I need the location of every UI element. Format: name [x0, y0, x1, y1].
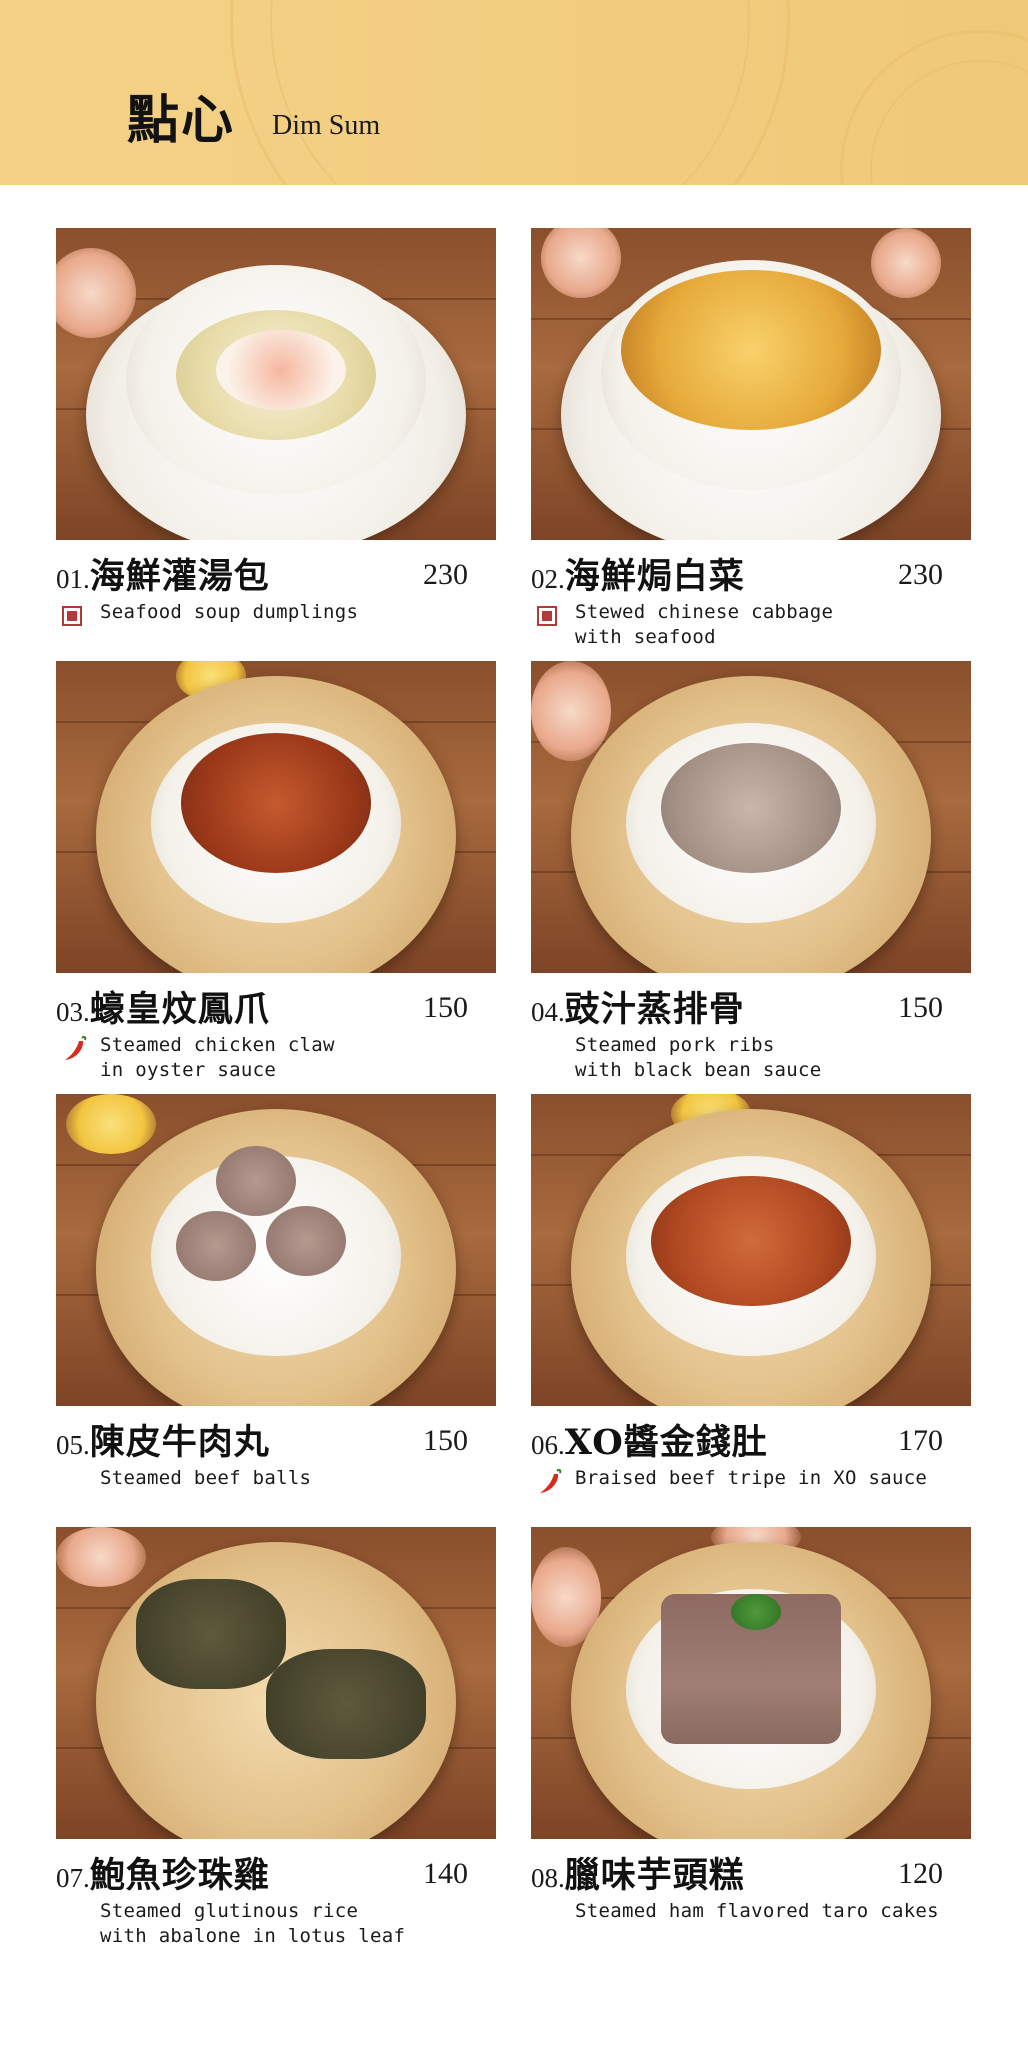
- dish-photo: [56, 228, 496, 540]
- item-description-line: Steamed beef balls: [100, 1467, 312, 1489]
- item-number: 05.: [56, 1430, 90, 1460]
- item-description: Braised beef tripe in XO sauce: [575, 1466, 975, 1491]
- item-description-line: Braised beef tripe in XO sauce: [575, 1467, 928, 1489]
- item-price: 150: [423, 1424, 468, 1457]
- item-name-zh: 蠔皇炆鳳爪: [89, 989, 270, 1030]
- dish-photo: [531, 228, 971, 540]
- item-description-line: Steamed pork ribs: [575, 1034, 775, 1056]
- item-title: 03. 蠔皇炆鳳爪: [56, 981, 270, 1032]
- item-number: 04.: [531, 997, 565, 1027]
- menu-item-card[interactable]: 08. 臘味芋頭糕 120 Steamed ham flavored taro …: [531, 1527, 971, 1947]
- item-price: 230: [898, 558, 943, 591]
- menu-item-card[interactable]: 01. 海鮮灌湯包 230 Seafood soup dumplings: [56, 228, 496, 648]
- item-name-zh: 鮑魚珍珠雞: [89, 1855, 270, 1896]
- seafood-icon: [62, 606, 82, 626]
- item-description: Steamed beef balls: [100, 1466, 500, 1491]
- item-number: 03.: [56, 997, 90, 1027]
- item-description-line: with abalone in lotus leaf: [100, 1925, 406, 1947]
- dish-photo: [531, 661, 971, 973]
- menu-item-card[interactable]: 05. 陳皮牛肉丸 150 Steamed beef balls: [56, 1094, 496, 1514]
- item-title: 05. 陳皮牛肉丸: [56, 1414, 270, 1465]
- item-description-line: Steamed ham flavored taro cakes: [575, 1900, 939, 1922]
- item-name-zh: 海鮮焗白菜: [564, 556, 745, 597]
- seafood-icon: [537, 606, 557, 626]
- item-description: Seafood soup dumplings: [100, 600, 500, 625]
- page-subtitle: Dim Sum: [272, 110, 381, 141]
- dish-photo: [531, 1527, 971, 1839]
- item-description: Steamed chicken claw in oyster sauce: [100, 1033, 500, 1083]
- item-number: 08.: [531, 1863, 565, 1893]
- item-description-line: Stewed chinese cabbage: [575, 601, 834, 623]
- item-number: 07.: [56, 1863, 90, 1893]
- item-title: 07. 鮑魚珍珠雞: [56, 1847, 270, 1898]
- menu-item-card[interactable]: 03. 蠔皇炆鳳爪 150 Steamed chicken claw in oy…: [56, 661, 496, 1081]
- menu-item-card[interactable]: 06. XO醬金錢肚 170 Braised beef tripe in XO …: [531, 1094, 971, 1514]
- item-title: 06. XO醬金錢肚: [531, 1414, 768, 1465]
- item-title: 02. 海鮮焗白菜: [531, 548, 745, 599]
- item-name-zh: 豉汁蒸排骨: [564, 989, 745, 1030]
- item-number: 06.: [531, 1430, 565, 1460]
- item-description-line: with black bean sauce: [575, 1059, 822, 1081]
- item-description-line: Steamed glutinous rice: [100, 1900, 359, 1922]
- dish-photo: [56, 1094, 496, 1406]
- menu-item-card[interactable]: 02. 海鮮焗白菜 230 Stewed chinese cabbage wit…: [531, 228, 971, 648]
- item-description-line: Steamed chicken claw: [100, 1034, 335, 1056]
- item-price: 120: [898, 1857, 943, 1890]
- item-description-line: in oyster sauce: [100, 1059, 277, 1081]
- item-price: 170: [898, 1424, 943, 1457]
- item-name-zh: 海鮮灌湯包: [89, 556, 270, 597]
- decorative-medallion: [270, 0, 750, 185]
- item-name-zh: 臘味芋頭糕: [564, 1855, 745, 1896]
- chili-icon: [65, 1035, 87, 1060]
- item-description: Steamed pork ribs with black bean sauce: [575, 1033, 975, 1083]
- item-title: 04. 豉汁蒸排骨: [531, 981, 745, 1032]
- dish-photo: [531, 1094, 971, 1406]
- chili-icon: [540, 1468, 562, 1493]
- item-number: 02.: [531, 564, 565, 594]
- item-number: 01.: [56, 564, 90, 594]
- item-price: 150: [423, 991, 468, 1024]
- menu-header: 點心 Dim Sum: [0, 0, 1028, 185]
- item-name-zh: XO醬金錢肚: [564, 1422, 768, 1463]
- item-name-zh: 陳皮牛肉丸: [89, 1422, 270, 1463]
- dish-photo: [56, 1527, 496, 1839]
- menu-item-card[interactable]: 07. 鮑魚珍珠雞 140 Steamed glutinous rice wit…: [56, 1527, 496, 1947]
- item-description: Steamed glutinous rice with abalone in l…: [100, 1899, 500, 1949]
- item-description: Steamed ham flavored taro cakes: [575, 1899, 975, 1924]
- item-description-line: Seafood soup dumplings: [100, 601, 359, 623]
- dish-photo: [56, 661, 496, 973]
- menu-item-card[interactable]: 04. 豉汁蒸排骨 150 Steamed pork ribs with bla…: [531, 661, 971, 1081]
- item-price: 230: [423, 558, 468, 591]
- item-title: 01. 海鮮灌湯包: [56, 548, 270, 599]
- item-title: 08. 臘味芋頭糕: [531, 1847, 745, 1898]
- item-description-line: with seafood: [575, 626, 716, 648]
- item-price: 150: [898, 991, 943, 1024]
- item-description: Stewed chinese cabbage with seafood: [575, 600, 975, 650]
- page-title: 點心: [127, 90, 236, 151]
- item-price: 140: [423, 1857, 468, 1890]
